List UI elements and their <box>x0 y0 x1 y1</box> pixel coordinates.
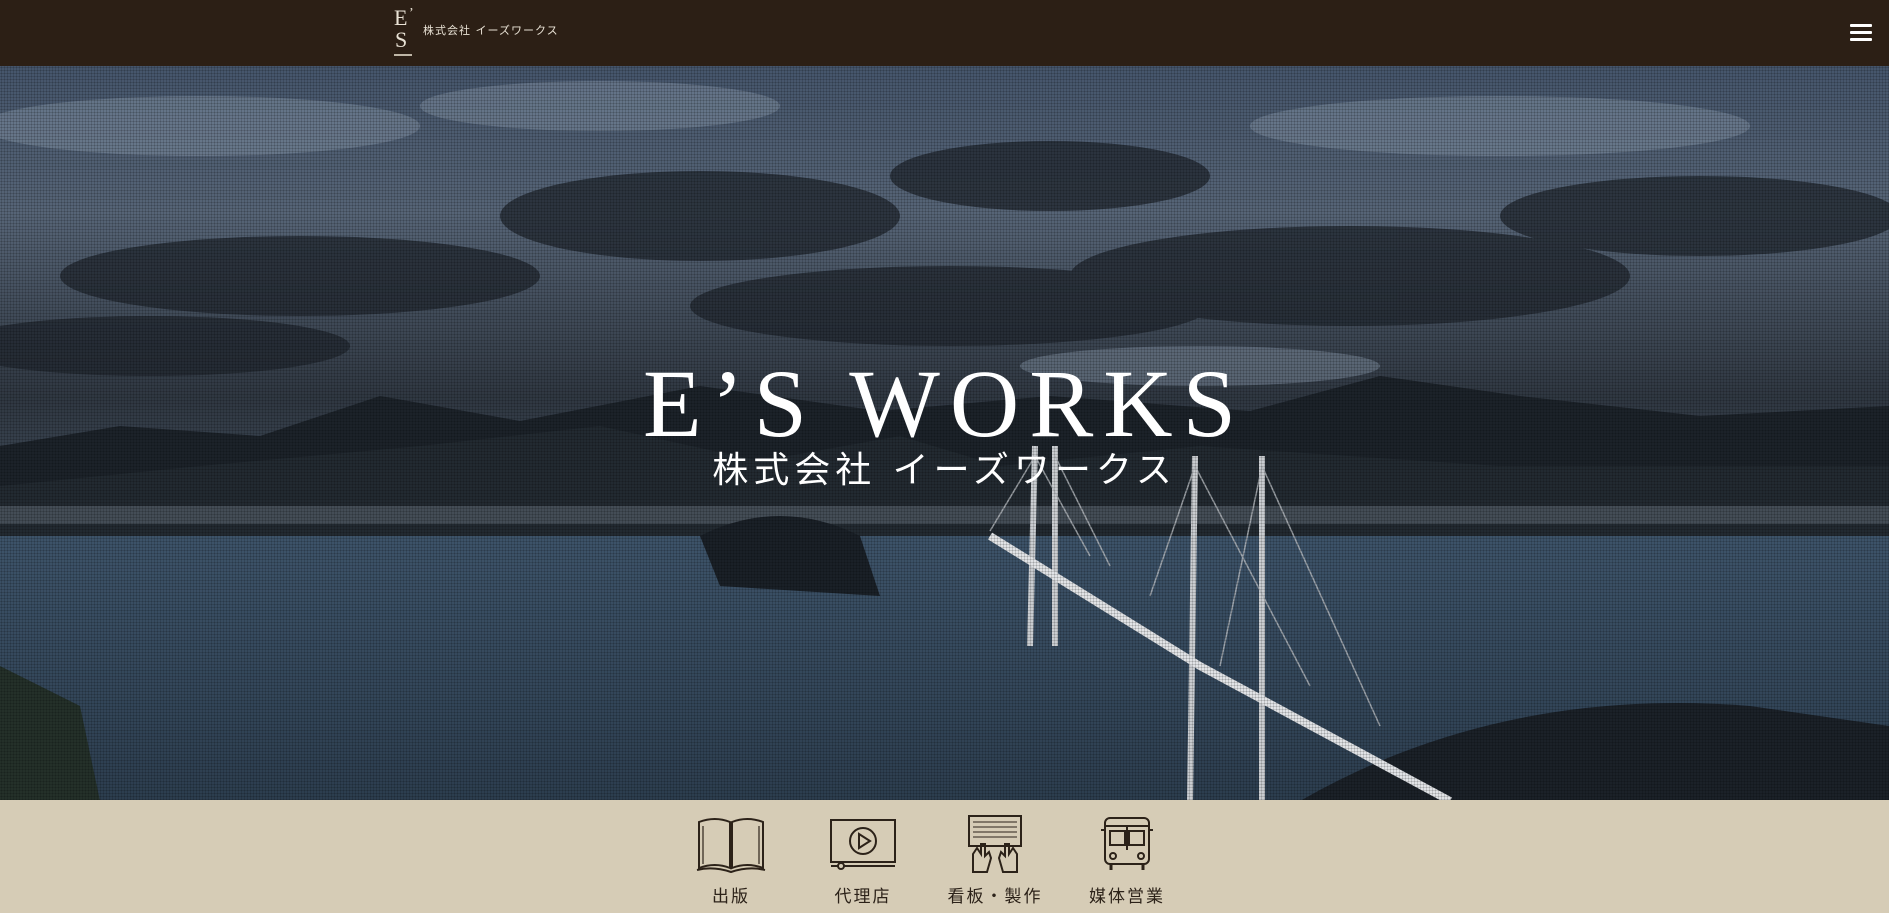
logo-apostrophe: ’ <box>409 6 414 21</box>
hands-keyboard-icon <box>968 815 1022 873</box>
service-label: 看板・製作 <box>947 887 1043 907</box>
menu-bar-bottom <box>1850 38 1872 41</box>
hero-title: E’S WORKS <box>643 350 1246 457</box>
site-header: E ’ S 株式会社 イーズワークス <box>0 0 1889 66</box>
service-label: 代理店 <box>834 887 892 907</box>
service-label: 媒体営業 <box>1089 887 1165 907</box>
open-book-icon <box>696 818 766 874</box>
service-label: 出版 <box>712 887 750 907</box>
services-bar: 出版 代理店 看板・製作 媒体営業 <box>0 800 1889 913</box>
service-signage[interactable]: 看板・製作 <box>940 814 1050 909</box>
service-agency[interactable]: 代理店 <box>808 814 918 909</box>
logo-letter-s: S <box>395 27 408 52</box>
services-list: 出版 代理店 看板・製作 媒体営業 <box>676 800 1216 913</box>
logo-underline <box>394 54 412 56</box>
service-media-sales[interactable]: 媒体営業 <box>1072 814 1182 909</box>
video-play-icon <box>830 819 896 870</box>
service-publishing[interactable]: 出版 <box>676 814 786 909</box>
hero-subtitle: 株式会社 イーズワークス <box>712 450 1177 491</box>
site-logo[interactable]: E ’ S <box>392 7 418 59</box>
page: E ’ S 株式会社 イーズワークス E’S WORKS 株式会社 イーズワーク… <box>0 0 1889 913</box>
logo-letter-e: E <box>394 5 408 30</box>
menu-bar-middle <box>1850 31 1872 34</box>
menu-bar-top <box>1850 24 1872 27</box>
bus-icon <box>1101 817 1153 870</box>
hamburger-menu-icon[interactable] <box>1850 24 1872 42</box>
header-company-name[interactable]: 株式会社 イーズワークス <box>423 22 559 38</box>
hero-banner: E’S WORKS 株式会社 イーズワークス <box>0 66 1889 801</box>
